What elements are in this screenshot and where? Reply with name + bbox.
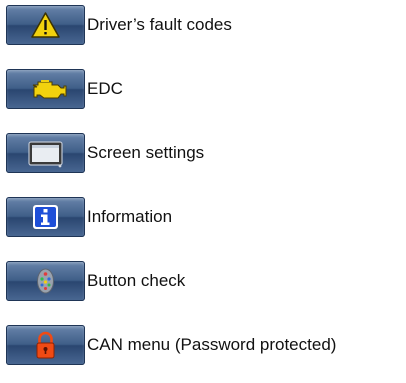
info-icon [33,205,58,229]
menu-item-label: EDC [87,79,123,98]
padlock-icon [36,331,55,359]
menu-tile-can-menu[interactable] [6,325,85,365]
menu-item-screen-settings[interactable]: Screen settings [6,133,406,173]
menu-tile-information[interactable] [6,197,85,237]
menu-list: Driver’s fault codes EDC Screen settings [6,5,406,365]
menu-item-information[interactable]: Information [6,197,406,237]
menu-tile-edc[interactable] [6,69,85,109]
menu-item-can-menu[interactable]: CAN menu (Password protected) [6,325,406,365]
menu-item-label: Screen settings [87,143,205,162]
menu-item-drivers-fault-codes[interactable]: Driver’s fault codes [6,5,406,45]
warning-icon [31,12,60,38]
button-check-icon [37,268,54,294]
menu-tile-drivers-fault-codes[interactable] [6,5,85,45]
menu-item-label: Driver’s fault codes [87,15,232,34]
screen-icon [28,141,63,168]
menu-tile-button-check[interactable] [6,261,85,301]
menu-tile-screen-settings[interactable] [6,133,85,173]
menu-item-button-check[interactable]: Button check [6,261,406,301]
menu-item-edc[interactable]: EDC [6,69,406,109]
menu-item-label: Button check [87,271,186,290]
engine-icon [32,80,67,99]
menu-item-label: CAN menu (Password protected) [87,335,337,354]
menu-item-label: Information [87,207,173,226]
